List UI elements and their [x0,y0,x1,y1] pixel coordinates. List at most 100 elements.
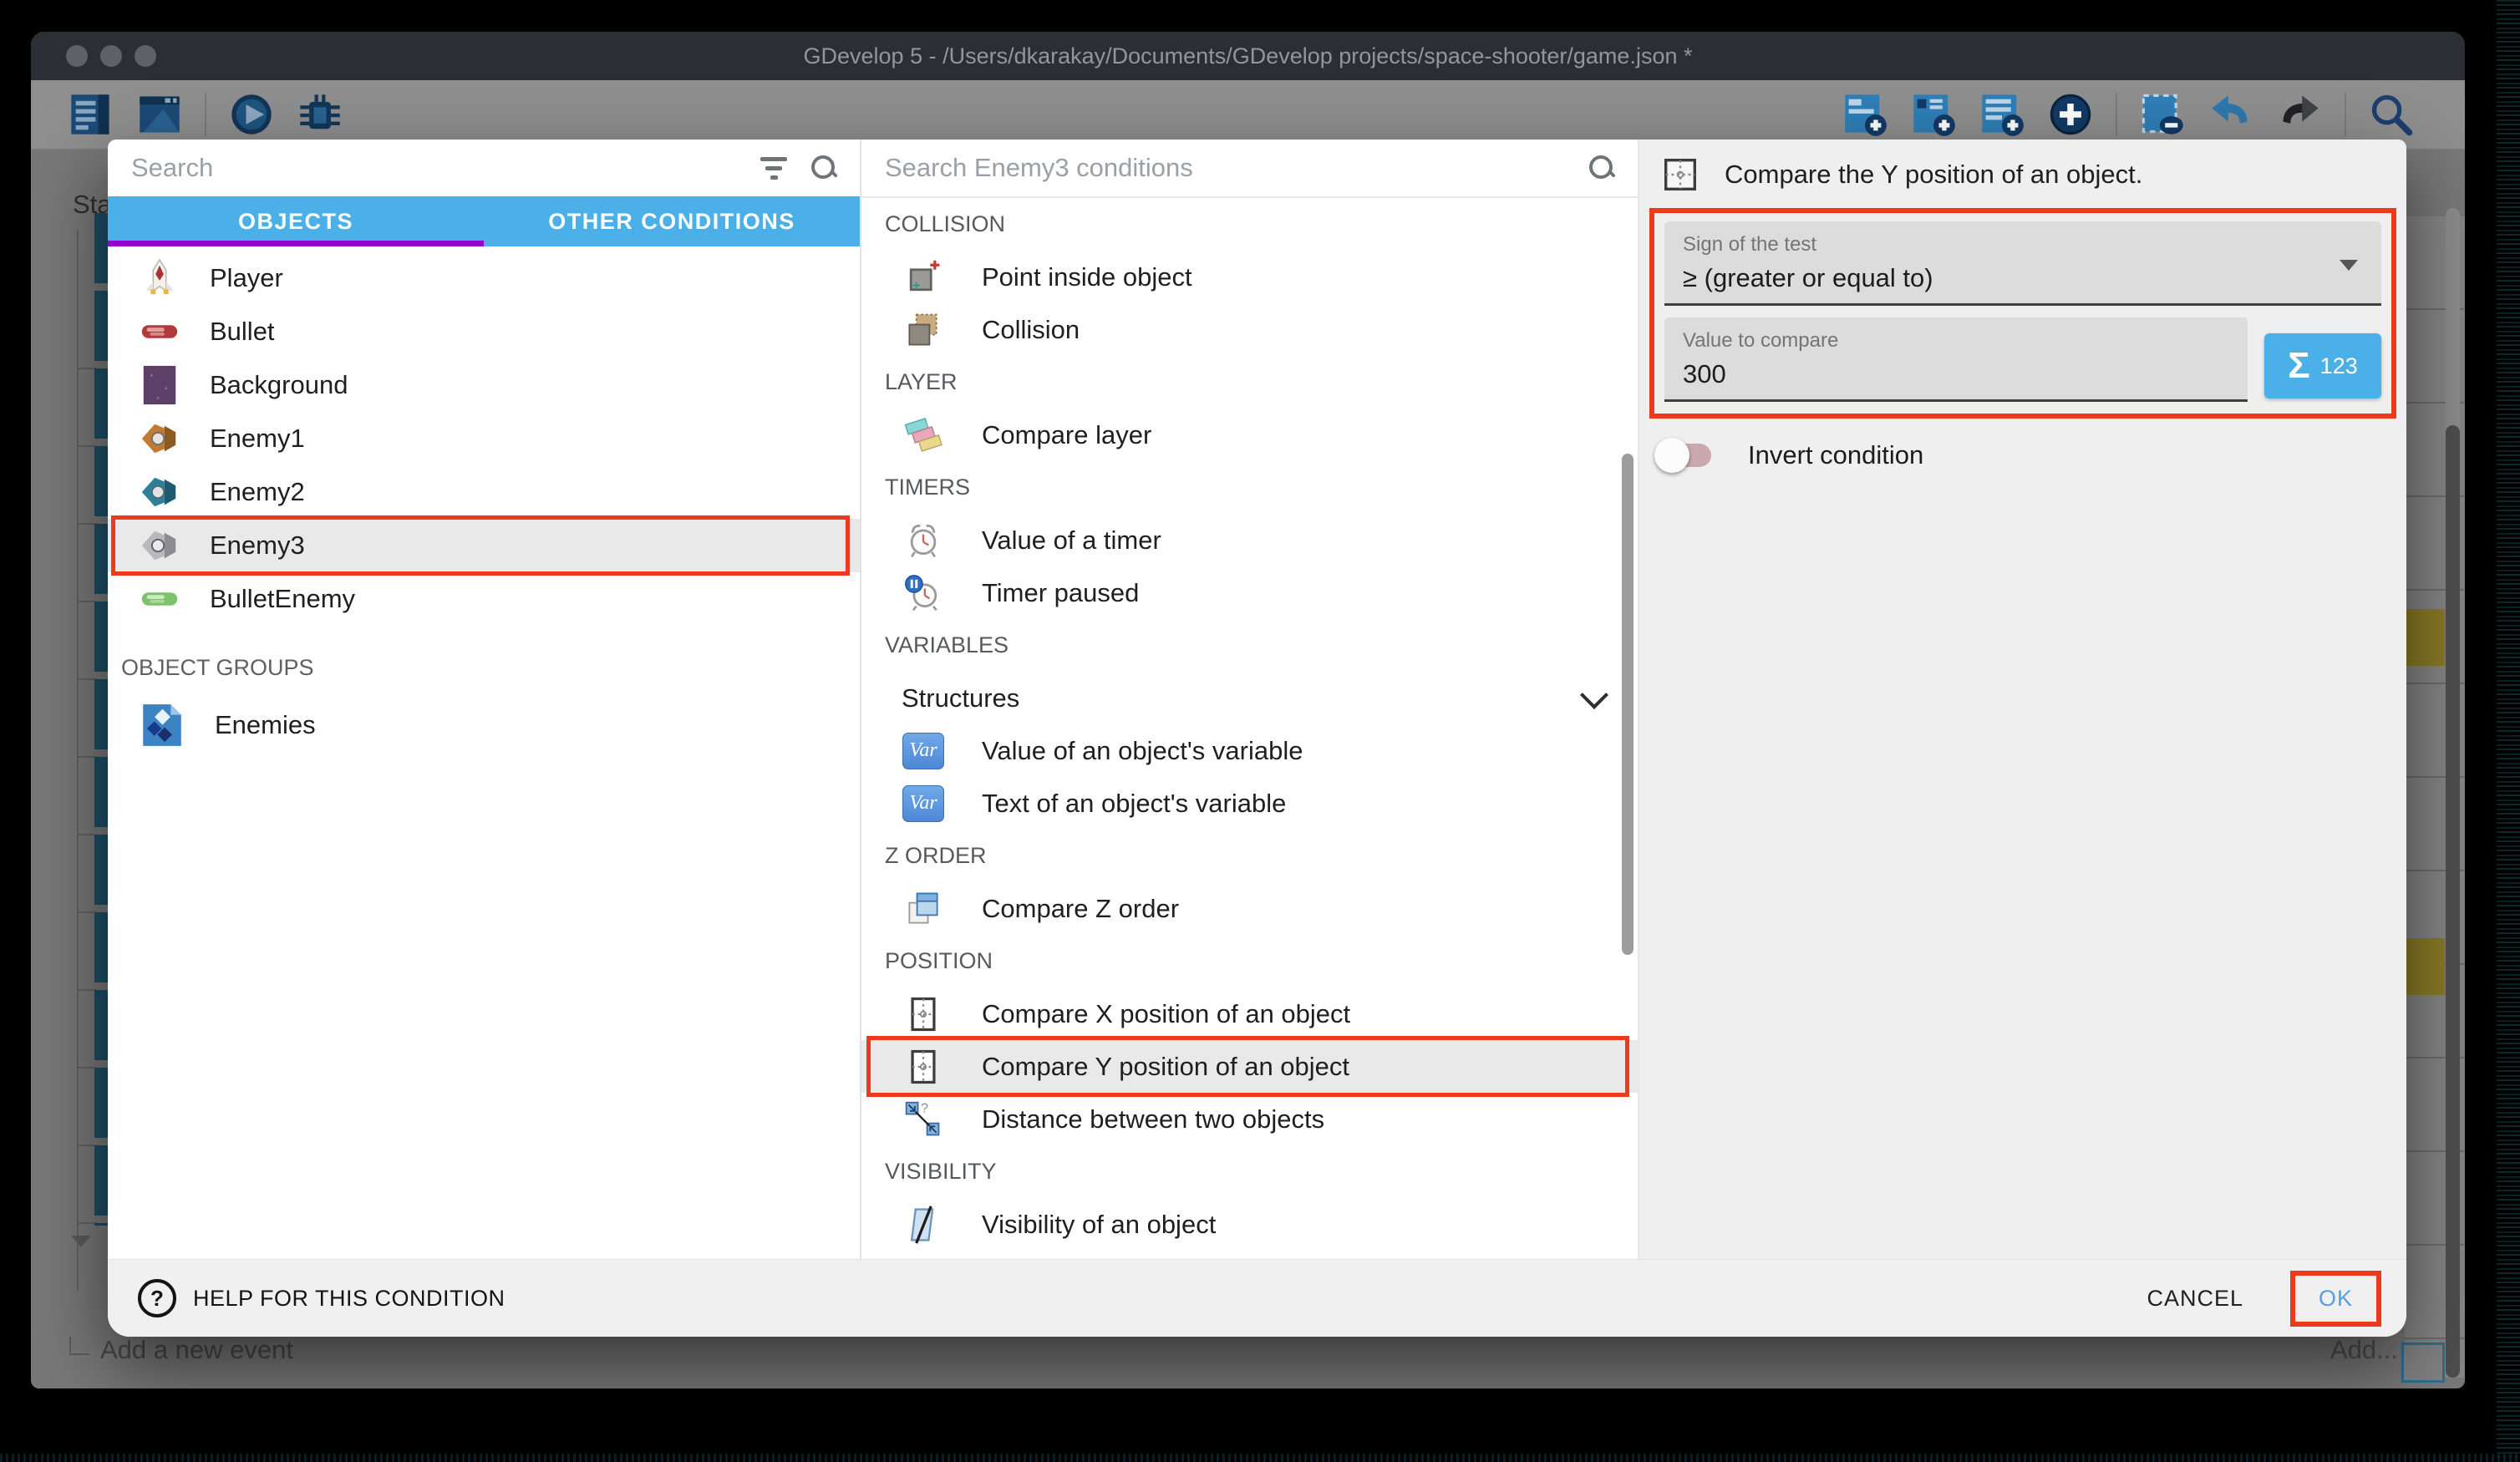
add-circle-icon[interactable] [2047,91,2094,138]
dialog-footer: ? HELP FOR THIS CONDITION CANCEL OK [108,1259,2406,1337]
object-row-enemy2[interactable]: Enemy2 [108,465,860,519]
invert-condition-row: Invert condition [1649,440,2396,470]
debug-icon[interactable] [297,91,343,138]
event-tree-corner [69,1337,89,1355]
conditions-list: COLLISION Point inside object [861,198,1638,1259]
structures-accordion[interactable]: Structures [861,672,1638,724]
help-button[interactable]: ? HELP FOR THIS CONDITION [138,1279,506,1317]
redo-icon[interactable] [2276,91,2323,138]
condition-row-var-text[interactable]: Var Text of an object's variable [861,777,1638,830]
object-row-enemy1[interactable]: Enemy1 [108,412,860,465]
condition-row-compare-layer[interactable]: Compare layer [861,409,1638,461]
object-list: Player Bullet [108,246,860,1259]
undo-icon[interactable] [2208,91,2254,138]
object-label: Enemy2 [210,477,305,507]
tab-objects[interactable]: OBJECTS [108,196,484,246]
object-label: BulletEnemy [210,584,355,614]
remove-selection-icon[interactable] [2139,91,2186,138]
annotation-ok: OK [2290,1271,2381,1327]
visibility-icon [902,1203,945,1246]
screen: GDevelop 5 - /Users/dkarakay/Documents/G… [0,0,2520,1462]
condition-row-var-value[interactable]: Var Value of an object's variable [861,724,1638,777]
ok-button[interactable]: OK [2319,1286,2353,1311]
sign-of-test-select[interactable]: Sign of the test ≥ (greater or equal to) [1664,221,2381,306]
value-to-compare-label: Value to compare [1683,329,2229,353]
add-comment-icon[interactable] [1979,91,2025,138]
cancel-button[interactable]: CANCEL [2138,1272,2252,1325]
condition-row-distance[interactable]: ? Distance between two objects [861,1093,1638,1145]
section-position: POSITION [861,935,1638,987]
object-label: Enemy1 [210,424,305,454]
condition-row-point-inside[interactable]: Point inside object [861,251,1638,303]
section-layer: LAYER [861,356,1638,409]
bullet-enemy-icon [138,577,181,621]
condition-editor-dialog: OBJECTS OTHER CONDITIONS [108,140,2406,1337]
play-preview-icon[interactable] [228,91,275,138]
invert-condition-toggle[interactable] [1659,444,1711,467]
condition-row-timer-paused[interactable]: Timer paused [861,566,1638,619]
condition-row-zorder[interactable]: Compare Z order [861,882,1638,935]
condition-row-collision[interactable]: Collision [861,303,1638,356]
bullet-icon [138,310,181,353]
collision-icon [902,308,945,352]
group-row-enemies[interactable]: Enemies [108,689,860,761]
position-icon [1659,154,1701,195]
condition-row-timer-value[interactable]: Value of a timer [861,514,1638,566]
condition-row-visibility[interactable]: Visibility of an object [861,1198,1638,1251]
search-icon [1588,154,1616,182]
toggle-knob[interactable] [1654,438,1689,473]
objects-search-input[interactable] [130,152,760,184]
object-row-bulletenemy[interactable]: BulletEnemy [108,572,860,626]
add-action-button[interactable]: Add... [2330,1335,2398,1365]
event-tree-arrow [71,1236,91,1247]
conditions-search-row [861,140,1638,198]
search-icon [810,154,838,182]
svg-text:?: ? [921,1101,928,1115]
add-new-event-button[interactable]: Add a new event [100,1335,293,1365]
filter-icon[interactable] [760,157,788,180]
object-label: Bullet [210,317,275,347]
conditions-search-input[interactable] [883,152,1588,184]
window-title: GDevelop 5 - /Users/dkarakay/Documents/G… [31,43,2465,69]
chevron-down-icon[interactable] [1580,681,1608,709]
object-row-player[interactable]: Player [108,251,860,305]
expression-editor-button[interactable]: Σ 123 [2264,333,2381,398]
tab-other-conditions[interactable]: OTHER CONDITIONS [484,196,860,246]
dropdown-caret-icon[interactable] [2340,260,2358,271]
zoom-search-icon[interactable] [2368,91,2415,138]
object-row-bullet[interactable]: Bullet [108,305,860,358]
titlebar: GDevelop 5 - /Users/dkarakay/Documents/G… [31,32,2465,80]
timer-icon [902,519,945,562]
add-subevent-icon[interactable] [1910,91,1957,138]
conditions-scrollbar-thumb[interactable] [1622,454,1633,955]
section-zorder: Z ORDER [861,830,1638,882]
add-event-icon[interactable] [1842,91,1888,138]
variable-icon: Var [902,782,945,825]
condition-title: Compare the Y position of an object. [1725,160,2142,190]
object-label: Enemy3 [210,530,305,561]
section-visibility: VISIBILITY [861,1145,1638,1198]
highlighted-action-cell [2405,938,2445,995]
project-manager-icon[interactable] [68,91,114,138]
numbers-icon: 123 [2320,353,2358,379]
condition-row-compare-x[interactable]: Compare X position of an object [861,987,1638,1040]
enemy2-ship-icon [138,470,181,514]
condition-row-compare-y[interactable]: Compare Y position of an object [861,1040,1638,1093]
toolbar-separator [205,93,206,136]
annotation-parameters: Sign of the test ≥ (greater or equal to)… [1649,208,2396,419]
object-row-background[interactable]: Background [108,358,860,412]
object-groups-header: OBJECT GROUPS [108,626,860,689]
player-ship-icon [138,256,181,300]
section-collision: COLLISION [861,198,1638,251]
object-tabs: OBJECTS OTHER CONDITIONS [108,196,860,246]
condition-row-partial[interactable] [861,1251,1638,1259]
events-scrollbar-thumb[interactable] [2446,425,2460,1378]
point-inside-icon [902,256,945,299]
value-to-compare-field[interactable]: Value to compare 300 [1664,317,2248,402]
object-row-enemy3[interactable]: Enemy3 [108,519,860,572]
value-to-compare-value[interactable]: 300 [1683,359,2229,389]
timer-paused-icon [902,571,945,615]
distance-icon: ? [902,1098,945,1141]
desktop-background [2497,0,2520,1462]
scene-editor-icon[interactable] [136,91,183,138]
